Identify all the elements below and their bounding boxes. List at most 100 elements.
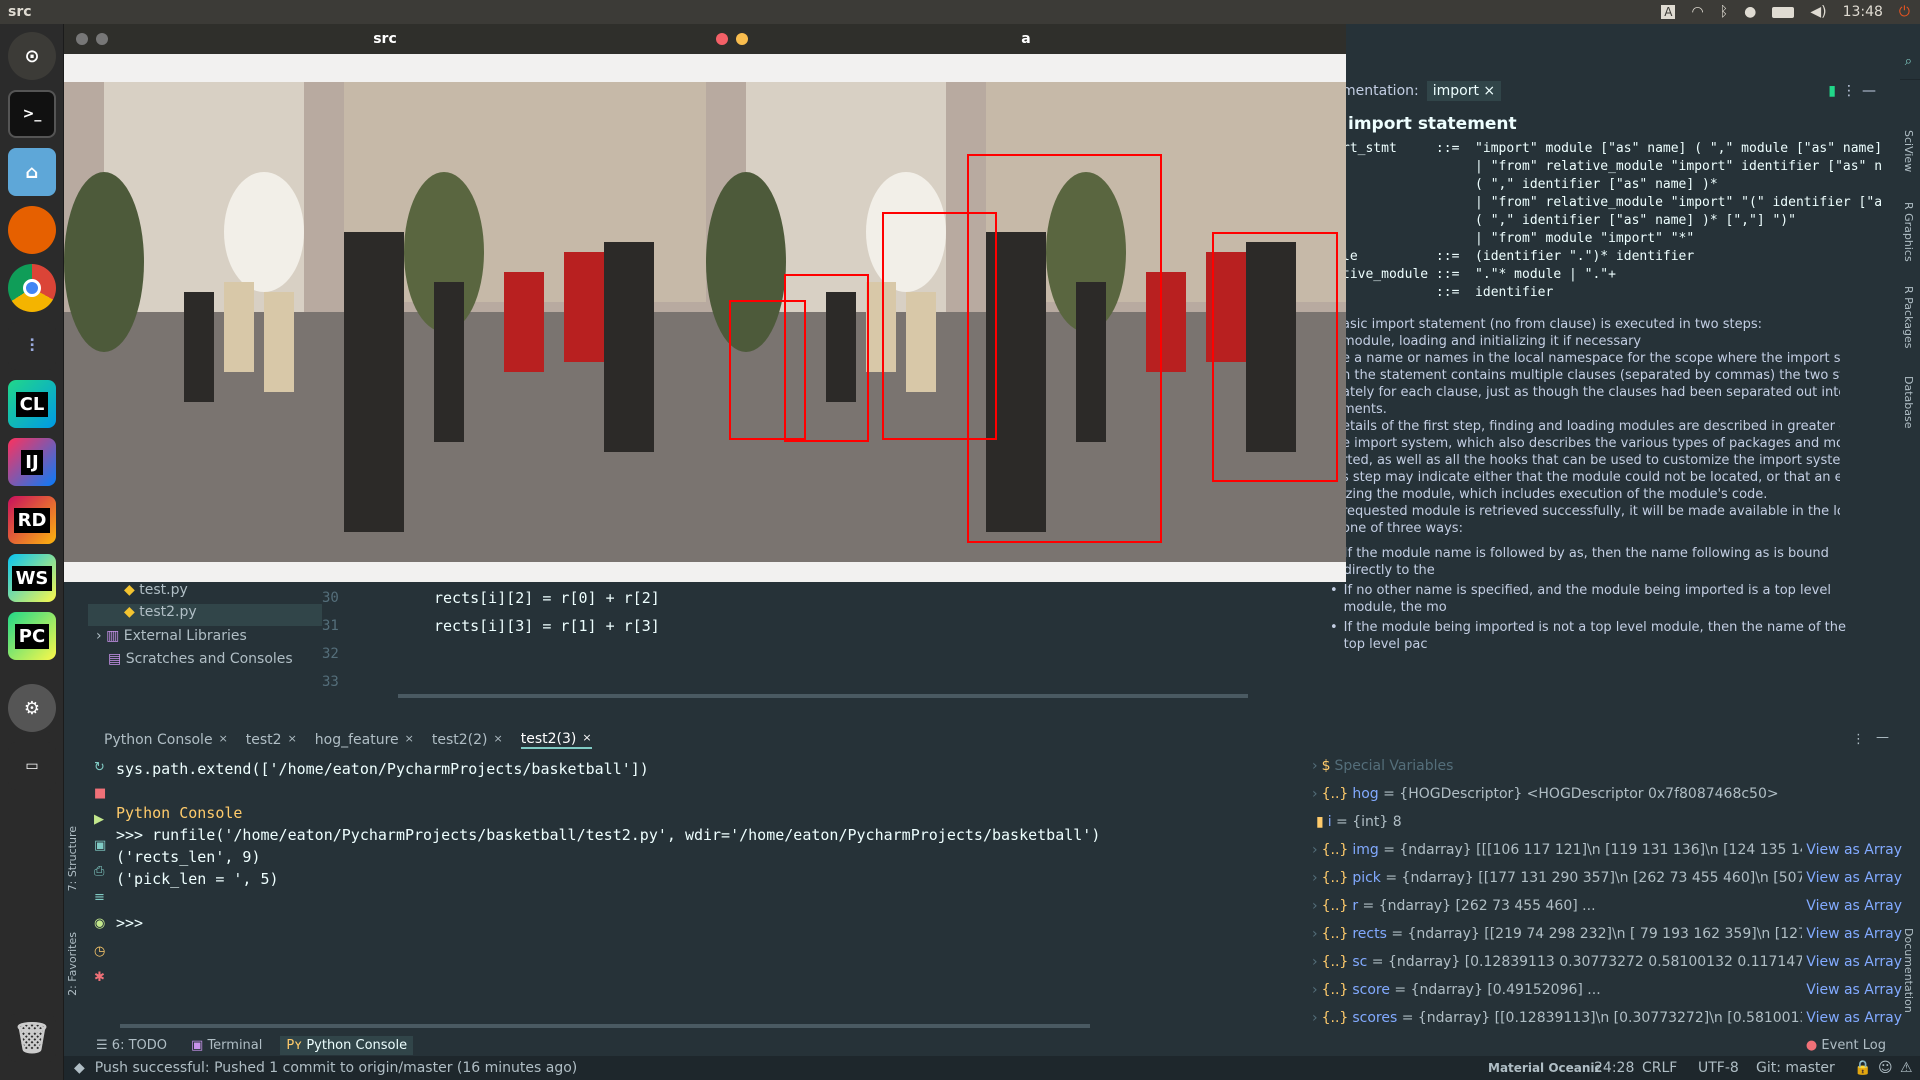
trash-icon[interactable]: 🗑 <box>8 1014 56 1062</box>
inspector-icon[interactable]: ☺ <box>1878 1060 1893 1076</box>
files-icon[interactable]: ⌂ <box>8 148 56 196</box>
bluetooth-icon[interactable]: ᛒ <box>1720 4 1728 20</box>
expand-arrow-icon[interactable]: › <box>1312 758 1318 774</box>
run-icon[interactable]: ▶ <box>94 812 104 827</box>
chat-icon[interactable]: ● <box>1744 4 1756 20</box>
chrome-icon[interactable] <box>8 264 56 312</box>
expand-arrow-icon[interactable]: › <box>1312 842 1318 858</box>
view-as-array-link[interactable]: View as Array <box>1802 954 1902 970</box>
variable-row[interactable]: › {..} score = {ndarray} [0.49152096] ... V… <box>1312 982 1902 1004</box>
console-tab[interactable]: test2 × <box>246 732 297 748</box>
close-icon[interactable] <box>716 33 728 45</box>
project-scratches[interactable]: ▤ Scratches and Consoles <box>108 651 293 667</box>
settings-sliders-icon[interactable]: ⫶ <box>8 322 56 370</box>
soft-wrap-icon[interactable]: ≡ <box>94 890 105 905</box>
close-tab-icon[interactable]: × <box>582 731 591 747</box>
variable-row[interactable]: › {..} r = {ndarray} [262 73 455 460] ... V… <box>1312 898 1902 920</box>
doc-minimize-icon[interactable]: — <box>1862 83 1876 99</box>
image-window-a[interactable]: a <box>706 24 1346 582</box>
variable-row[interactable]: › {..} hog = {HOGDescriptor} <HOGDescripto… <box>1312 786 1902 808</box>
console-tab[interactable]: Python Console × <box>104 732 228 748</box>
console-close-icon[interactable]: ▣ <box>94 838 106 853</box>
settings-gear-icon[interactable]: ⚙ <box>8 684 56 732</box>
debug-icon[interactable]: ✱ <box>94 970 105 985</box>
database-tab[interactable]: Database <box>1902 376 1915 429</box>
search-everywhere-icon[interactable]: ⌕ <box>1905 54 1912 69</box>
close-tab-icon[interactable]: × <box>219 732 228 748</box>
webstorm-icon[interactable]: WS <box>8 554 56 602</box>
expand-arrow-icon[interactable]: › <box>1312 870 1318 886</box>
todo-tab[interactable]: ☰ 6: TODO <box>96 1038 167 1053</box>
stop-icon[interactable]: ■ <box>94 786 106 801</box>
view-as-array-link[interactable]: View as Array <box>1802 870 1902 886</box>
battery-icon[interactable] <box>1772 6 1795 18</box>
intellij-icon[interactable]: IJ <box>8 438 56 486</box>
expand-arrow-icon[interactable]: › <box>1312 1010 1318 1026</box>
rider-icon[interactable]: RD <box>8 496 56 544</box>
lock-icon[interactable]: 🔒 <box>1854 1060 1871 1076</box>
rerun-icon[interactable]: ↻ <box>94 760 105 775</box>
expand-arrow-icon[interactable]: › <box>1312 954 1318 970</box>
variable-row[interactable]: › {..} sc = {ndarray} [0.12839113 0.307732… <box>1312 954 1902 976</box>
close-tab-icon[interactable]: × <box>405 732 414 748</box>
expand-arrow-icon[interactable]: › <box>1312 926 1318 942</box>
expand-arrow-icon[interactable]: › <box>96 628 102 644</box>
variable-row[interactable]: › {..} img = {ndarray} [[[106 117 121]\n [… <box>1312 842 1902 864</box>
expand-arrow-icon[interactable]: › <box>1312 786 1318 802</box>
variable-row[interactable]: › {..} pick = {ndarray} [[177 131 290 357]… <box>1312 870 1902 892</box>
volume-icon[interactable]: ◀) <box>1810 4 1826 20</box>
show-variables-icon[interactable]: ◉ <box>94 916 105 931</box>
favorites-tab[interactable]: 2: Favorites <box>66 932 79 996</box>
view-as-array-link[interactable]: View as Array <box>1802 982 1902 998</box>
close-tab-icon[interactable]: × <box>288 732 297 748</box>
python-console[interactable]: ↻ ■ ▶ ▣ ⎙ ≡ ◉ ◷ ✱ sys.path.extend(['/hom… <box>64 754 1309 1028</box>
code-editor[interactable]: 30 31 32 33 rects[i][2] = r[0] + r[2] rects[… <box>322 584 1302 702</box>
image-window-src[interactable]: src <box>64 24 706 582</box>
rgraphics-tab[interactable]: R Graphics <box>1902 202 1915 262</box>
view-as-array-link[interactable]: View as Array <box>1802 926 1902 942</box>
variable-row[interactable]: › {..} rects = {ndarray} [[219 74 298 232]… <box>1312 926 1902 948</box>
ubuntu-icon[interactable]: ⊙ <box>8 32 56 80</box>
console-tab[interactable]: test2(2) × <box>432 732 503 748</box>
caret-position[interactable]: 24:28 <box>1594 1060 1634 1076</box>
pycharm-icon[interactable]: PC <box>8 612 56 660</box>
expand-arrow-icon[interactable]: › <box>1312 982 1318 998</box>
file-encoding[interactable]: UTF-8 <box>1698 1060 1739 1076</box>
event-log-tab[interactable]: ● Event Log <box>1806 1038 1886 1053</box>
close-icon[interactable] <box>76 33 88 45</box>
terminal-tab[interactable]: ▣ Terminal <box>191 1038 262 1053</box>
view-as-array-link[interactable]: View as Array <box>1802 842 1902 858</box>
power-icon[interactable]: ⏻ <box>1899 4 1910 20</box>
project-file-test2[interactable]: ◆ test2.py <box>88 604 322 626</box>
window-titlebar[interactable]: src <box>64 24 706 54</box>
wifi-icon[interactable]: ◠ <box>1691 4 1703 20</box>
history-icon[interactable]: ◷ <box>94 944 105 959</box>
editor-scrollbar[interactable] <box>398 694 1248 698</box>
rpackages-tab[interactable]: R Packages <box>1902 286 1915 348</box>
project-external-libraries[interactable]: › ▥ External Libraries <box>96 628 247 644</box>
variable-row[interactable]: › {..} scores = {ndarray} [[0.12839113]\n … <box>1312 1010 1902 1032</box>
status-message[interactable]: Push successful: Pushed 1 commit to orig… <box>95 1060 577 1076</box>
minimize-icon[interactable] <box>736 33 748 45</box>
variable-row[interactable]: › $ Special Variables <box>1312 758 1902 780</box>
console-scrollbar[interactable] <box>120 1024 1090 1028</box>
line-separator[interactable]: CRLF <box>1642 1060 1677 1076</box>
console-tab[interactable]: test2(3) × <box>520 731 592 749</box>
doc-pin-icon[interactable]: ▮ <box>1828 83 1836 99</box>
console-tab[interactable]: hog_feature × <box>315 732 414 748</box>
doc-tab-import[interactable]: import × <box>1426 81 1502 101</box>
firefox-icon[interactable] <box>8 206 56 254</box>
view-as-array-link[interactable]: View as Array <box>1802 1010 1902 1026</box>
sciview-tab[interactable]: SciView <box>1902 130 1915 172</box>
workspace-switcher-icon[interactable]: ▭ <box>8 742 56 790</box>
window-titlebar[interactable]: a <box>706 24 1346 54</box>
notification-icon[interactable]: ⚠ <box>1900 1060 1913 1076</box>
minimize-icon[interactable] <box>96 33 108 45</box>
variable-row[interactable]: ▮ i = {int} 8 <box>1312 814 1902 836</box>
vars-minimize-icon[interactable]: — <box>1876 730 1889 745</box>
view-as-array-link[interactable]: View as Array <box>1802 898 1902 914</box>
clion-icon[interactable]: CL <box>8 380 56 428</box>
theme-indicator[interactable]: Material Oceanic <box>1488 1061 1602 1075</box>
print-icon[interactable]: ⎙ <box>94 864 104 879</box>
keyboard-indicator[interactable]: A <box>1661 5 1676 19</box>
